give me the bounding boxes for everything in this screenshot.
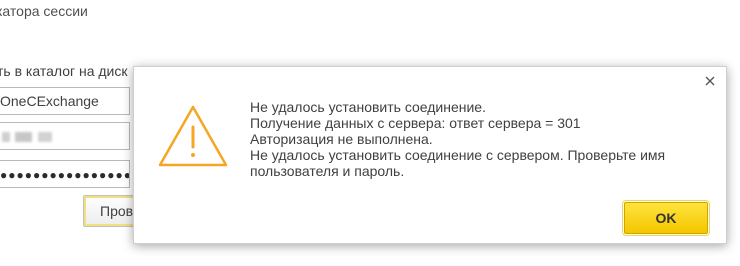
error-message: Не удалось установить соединение. Получе…: [250, 99, 710, 179]
ok-button[interactable]: OK: [622, 200, 710, 236]
message-line: Не удалось установить соединение.: [250, 99, 486, 115]
section-heading: катора сессии: [0, 3, 88, 19]
username-blurred-value: [2, 132, 52, 143]
message-line: пользователя и пароль.: [250, 163, 405, 179]
message-line: Авторизация не выполнена.: [250, 131, 433, 147]
directory-label: ть в каталог на диск: [0, 63, 128, 79]
warning-triangle-icon: [158, 105, 228, 167]
username-field[interactable]: [0, 122, 130, 150]
error-dialog: Не удалось установить соединение. Получе…: [133, 66, 727, 244]
message-line: Не удалось установить соединение с серве…: [250, 147, 666, 163]
exchange-directory-field[interactable]: OneCExchange: [0, 87, 130, 115]
message-line: Получение данных с сервера: ответ сервер…: [250, 115, 581, 131]
close-icon: [705, 76, 715, 86]
password-dots: ●●●●●●●●●●●●●●●●●: [0, 168, 130, 182]
exchange-directory-value: OneCExchange: [0, 93, 99, 109]
close-button[interactable]: [702, 73, 718, 89]
password-field[interactable]: ●●●●●●●●●●●●●●●●●: [0, 160, 130, 188]
